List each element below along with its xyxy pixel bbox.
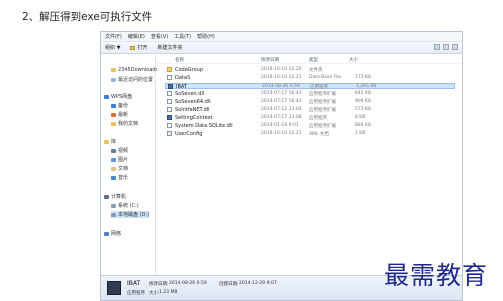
menu-file[interactable]: 文件(F): [105, 33, 122, 40]
doc-icon: [111, 166, 116, 171]
nav-item-drive-c[interactable]: 系统 (C:): [111, 202, 139, 209]
file-icon: [167, 75, 172, 80]
preview-pane-icon[interactable]: [443, 44, 449, 50]
application-icon: [168, 84, 173, 89]
nav-item-music[interactable]: 音乐: [111, 174, 128, 181]
music-icon: [111, 175, 116, 180]
nav-item-library[interactable]: 库: [104, 138, 116, 145]
folder-icon: [111, 68, 116, 72]
nav-item-drive-d[interactable]: 本地磁盘 (D:): [111, 211, 150, 218]
recent-icon: [111, 77, 116, 82]
column-date[interactable]: 修改日期: [261, 57, 279, 63]
library-icon: [104, 139, 109, 144]
dll-icon: [167, 123, 172, 128]
file-row[interactable]: SoIntfaNET.dll 2014-07-12 13:04 应用程序扩展 5…: [165, 107, 455, 113]
cloud-icon: [104, 94, 109, 99]
config-file-icon: [167, 131, 172, 136]
dll-icon: [167, 91, 172, 96]
nav-item-backup[interactable]: 备份: [111, 102, 128, 109]
file-row[interactable]: UserConfig 2019-10-10 11:21 XML 文档 1 KB: [165, 131, 455, 137]
nav-item-downloads[interactable]: 2345Downloads: [111, 67, 158, 73]
menu-bar: 文件(F) 编辑(E) 查看(V) 工具(T) 帮助(H): [101, 32, 462, 42]
dll-icon: [167, 99, 172, 104]
file-row[interactable]: System.Data.SQLite.dll 2014-01-18 9:01 应…: [165, 123, 455, 129]
folder-icon: [167, 67, 172, 72]
drive-icon: [111, 203, 116, 208]
details-size-value: 1.23 MB: [159, 290, 178, 295]
new-folder-button[interactable]: 新建文件夹: [157, 44, 182, 51]
nav-item-network[interactable]: 网络: [104, 230, 121, 237]
details-modified-label: 修改日期:: [149, 282, 169, 287]
view-options-icon[interactable]: [434, 44, 440, 50]
details-file-kind: 应用程序: [127, 291, 145, 296]
pictures-icon: [111, 157, 116, 162]
details-file-name: IBAT: [127, 280, 141, 287]
file-list: 名称 修改日期 类型 大小 CodeGroup 2019-10-10 11:20…: [157, 55, 462, 275]
menu-tools[interactable]: 工具(T): [174, 33, 191, 40]
nav-item-my-documents[interactable]: 我的文档: [111, 120, 138, 127]
video-icon: [111, 148, 116, 153]
details-created-label: 创建日期:: [219, 282, 239, 287]
open-icon: [130, 45, 136, 50]
menu-edit[interactable]: 编辑(E): [128, 33, 145, 40]
nav-item-pictures[interactable]: 图片: [111, 156, 128, 163]
watermark-logo: 最需教育: [384, 261, 489, 290]
menu-help[interactable]: 帮助(H): [197, 33, 215, 40]
nav-item-docs[interactable]: 文档: [111, 165, 128, 172]
nav-item-wps-cloud[interactable]: WPS网盘: [104, 93, 132, 100]
network-icon: [104, 231, 109, 236]
column-name[interactable]: 名称: [175, 57, 184, 63]
help-icon[interactable]: [452, 44, 458, 50]
details-modified-value: 2014-08-26 0:59: [169, 281, 207, 286]
nav-item-latest[interactable]: 最新: [111, 111, 128, 118]
nav-item-video[interactable]: 视频: [111, 147, 128, 154]
application-icon: [167, 115, 172, 120]
nav-item-computer[interactable]: 计算机: [104, 193, 126, 200]
file-row[interactable]: SoSeven.dll 2014-07-17 16:43 应用程序扩展 842 …: [165, 91, 455, 97]
application-thumbnail-icon: [107, 281, 121, 295]
file-row[interactable]: SoSeven64.dll 2014-07-17 16:43 应用程序扩展 90…: [165, 99, 455, 105]
new-icon: [111, 112, 116, 117]
dll-icon: [167, 107, 172, 112]
documents-icon: [111, 121, 116, 126]
backup-icon: [111, 103, 116, 108]
column-size[interactable]: 大小: [349, 57, 358, 63]
file-row[interactable]: DataS 2019-10-10 11:21 Data Base File 17…: [165, 75, 455, 81]
page-heading: 2、解压得到exe可执行文件: [22, 11, 153, 23]
nav-item-recent[interactable]: 最近访问的位置: [111, 76, 153, 83]
computer-icon: [104, 194, 109, 199]
view-controls: [434, 44, 458, 50]
column-type[interactable]: 类型: [309, 57, 318, 63]
organize-button[interactable]: 组织 ▼: [105, 44, 120, 51]
file-row[interactable]: CodeGroup 2019-10-10 11:20 文件夹: [165, 67, 455, 73]
file-row[interactable]: SettingContext 2014-07-17 13:08 应用程序 8 K…: [165, 115, 455, 121]
navigation-pane: 2345Downloads 最近访问的位置 WPS网盘 备份 最新 我的文档 库: [101, 55, 158, 275]
open-button[interactable]: 打开: [130, 44, 147, 51]
details-created-value: 2014-12-29 9:07: [239, 281, 277, 286]
menu-view[interactable]: 查看(V): [151, 33, 168, 40]
details-size-label: 大小:: [149, 291, 160, 296]
file-row-selected[interactable]: IBAT 2014-08-26 0:59 应用程序 1,265 KB: [165, 83, 455, 90]
drive-icon: [111, 212, 116, 217]
toolbar: 组织 ▼ 打开 新建文件夹: [101, 42, 462, 54]
column-headers: 名称 修改日期 类型 大小: [157, 57, 462, 64]
